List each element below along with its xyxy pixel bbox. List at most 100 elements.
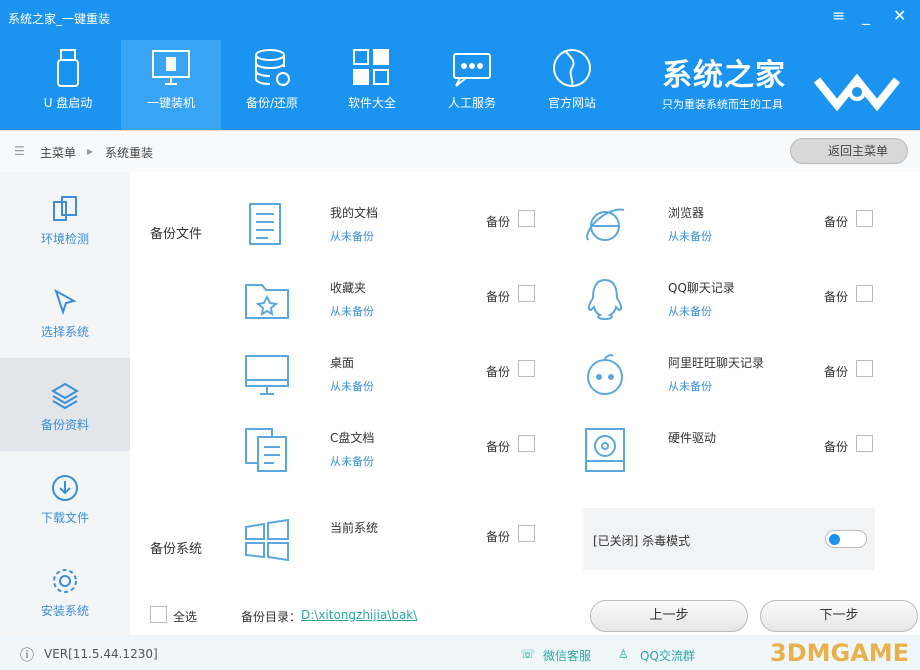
item-name: QQ聊天记录	[668, 281, 735, 295]
backup-checkbox[interactable]	[518, 435, 535, 452]
ie-icon	[586, 208, 625, 241]
sidebar-label: 环境检测	[40, 232, 89, 246]
brand-mark-icon	[813, 73, 901, 112]
brand-slogan: 只为重装系统而生的工具	[662, 98, 783, 111]
version-text: VER[11.5.44.1230]	[44, 647, 158, 661]
back-to-main-button[interactable]: 返回主菜单	[790, 138, 908, 164]
backup-label: 备份	[486, 440, 511, 454]
kill-mode-panel: [已关闭] 杀毒模式	[583, 508, 875, 570]
nav-software[interactable]: 软件大全	[322, 40, 422, 130]
backup-checkbox[interactable]	[856, 435, 873, 452]
minimize-icon[interactable]: _	[862, 6, 870, 25]
nav-label: 一键装机	[146, 96, 195, 110]
item-status: 从未备份	[668, 380, 712, 393]
backup-item: 硬件驱动 备份	[580, 423, 910, 483]
usb-icon	[57, 49, 79, 87]
backup-item-current-system: 当前系统 备份	[242, 513, 572, 573]
sidebar-item-env-check[interactable]: 环境检测	[0, 172, 130, 265]
nav-support[interactable]: 人工服务	[422, 40, 522, 130]
backup-checkbox[interactable]	[518, 360, 535, 377]
breadcrumb-current: 系统重装	[105, 146, 154, 160]
qq-group-link[interactable]: QQ交流群	[640, 647, 695, 664]
nav-website[interactable]: 官方网站	[522, 40, 622, 130]
monitor-windows-icon	[152, 50, 190, 85]
backup-checkbox[interactable]	[518, 285, 535, 302]
sidebar-item-select-system[interactable]: 选择系统	[0, 265, 130, 358]
item-name: C盘文档	[330, 431, 375, 445]
chevron-right-icon: ▸	[87, 144, 94, 158]
sidebar-label: 备份资料	[40, 418, 89, 432]
header: 系统之家_一键重装 ≡ _ ✕ U 盘启动 一键装机 备份/还原 软件大全 人工…	[0, 0, 920, 130]
sidebar-item-backup[interactable]: 备份资料	[0, 358, 130, 451]
sidebar-label: 下载文件	[40, 511, 89, 525]
backup-checkbox[interactable]	[856, 360, 873, 377]
wangwang-icon	[587, 354, 623, 395]
brand-logo: 系统之家 只为重装系统而生的工具	[662, 50, 786, 112]
brand-name: 系统之家	[662, 58, 786, 93]
item-name: 阿里旺旺聊天记录	[668, 356, 765, 370]
backup-dir-label: 备份目录：	[241, 610, 302, 624]
nav-label: 备份/还原	[245, 96, 299, 110]
backup-item: QQ聊天记录 从未备份 备份	[580, 273, 910, 333]
nav-label: U 盘启动	[43, 96, 93, 110]
wechat-support-link[interactable]: 微信客服	[543, 647, 591, 664]
backup-item: 桌面 从未备份 备份	[242, 348, 572, 408]
backup-label: 备份	[824, 290, 849, 304]
backup-label: 备份	[486, 365, 511, 379]
item-status: 从未备份	[330, 455, 374, 468]
backup-checkbox[interactable]	[856, 285, 873, 302]
qq-icon	[587, 278, 623, 321]
backup-label: 备份	[824, 440, 849, 454]
backup-label: 备份	[824, 215, 849, 229]
globe-icon	[553, 49, 591, 87]
document-icon	[249, 203, 281, 245]
prev-button[interactable]: 上一步	[590, 600, 748, 632]
windows-icon	[245, 518, 289, 562]
item-name: 我的文档	[330, 206, 379, 220]
backup-label: 备份	[824, 365, 849, 379]
item-name: 桌面	[330, 356, 355, 370]
backup-item: 我的文档 从未备份 备份	[242, 198, 572, 258]
breadcrumb: ☰ 主菜单 ▸ 系统重装 返回主菜单	[0, 130, 920, 172]
backup-checkbox[interactable]	[518, 525, 535, 542]
sidebar-item-install[interactable]: 安装系统	[0, 544, 130, 637]
chat-icon	[453, 53, 491, 87]
nav-label: 人工服务	[447, 96, 496, 110]
select-all-label: 全选	[173, 610, 198, 624]
next-button[interactable]: 下一步	[760, 600, 918, 632]
favorites-folder-icon	[245, 284, 289, 319]
sidebar: 环境检测 选择系统 备份资料 下载文件 安装系统	[0, 172, 130, 635]
env-check-icon	[53, 196, 77, 221]
backup-label: 备份	[486, 215, 511, 229]
backup-item: 收藏夹 从未备份 备份	[242, 273, 572, 333]
backup-dir-link[interactable]: D:\xitongzhijia\bak\	[301, 608, 417, 622]
nav-one-click-install[interactable]: 一键装机	[121, 40, 221, 130]
footer: ⓘ VER[11.5.44.1230] ☏ 微信客服 ♙ QQ交流群 3DMGA…	[0, 635, 920, 670]
select-all-checkbox[interactable]	[150, 606, 167, 623]
backup-item: 浏览器 从未备份 备份	[580, 198, 910, 258]
kill-mode-toggle[interactable]	[825, 530, 867, 548]
backup-checkbox[interactable]	[518, 210, 535, 227]
driver-icon	[585, 428, 625, 472]
backup-item: 阿里旺旺聊天记录 从未备份 备份	[580, 348, 910, 408]
backup-system-label: 备份系统	[150, 542, 203, 557]
item-name: 硬件驱动	[668, 431, 717, 445]
gear-icon	[53, 569, 77, 593]
watermark: 3DMGAME	[770, 639, 910, 667]
documents-icon	[245, 428, 287, 472]
nav-backup-restore[interactable]: 备份/还原	[222, 40, 322, 130]
close-icon[interactable]: ✕	[893, 6, 906, 25]
window-title: 系统之家_一键重装	[8, 12, 111, 26]
wechat-icon: ☏	[520, 647, 536, 661]
nav-label: 软件大全	[347, 96, 396, 110]
layers-icon	[51, 382, 79, 410]
info-icon: ⓘ	[20, 648, 34, 664]
menu-icon[interactable]: ≡	[832, 6, 845, 25]
back-label: 返回主菜单	[827, 144, 888, 158]
sidebar-item-download[interactable]: 下载文件	[0, 451, 130, 544]
item-name: 当前系统	[330, 521, 379, 535]
breadcrumb-home[interactable]: 主菜单	[40, 144, 76, 161]
backup-checkbox[interactable]	[856, 210, 873, 227]
nav-usb-boot[interactable]: U 盘启动	[18, 40, 118, 130]
database-icon	[255, 49, 290, 86]
